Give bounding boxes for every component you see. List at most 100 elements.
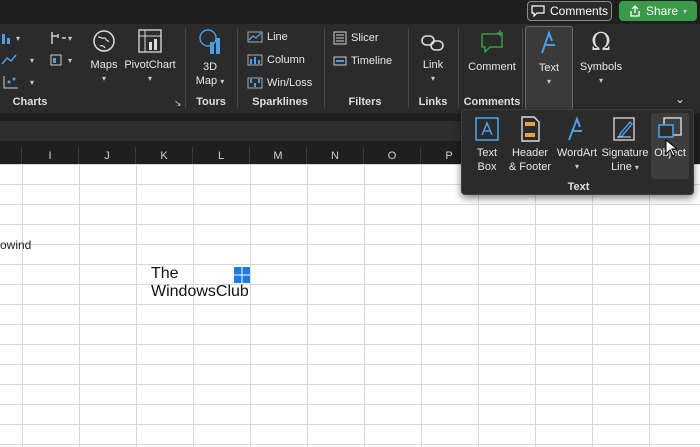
- timeline-button[interactable]: Timeline: [333, 54, 392, 68]
- comments-button[interactable]: Comments: [527, 1, 612, 21]
- cell-text: owind: [0, 238, 32, 252]
- formula-bar[interactable]: [0, 121, 470, 141]
- header-footer-label-1: Header: [511, 147, 549, 159]
- wordart-icon: [568, 116, 582, 141]
- pivotchart-icon: [138, 29, 162, 53]
- share-button-label: Share: [645, 4, 678, 18]
- svg-text:▾: ▾: [68, 56, 72, 65]
- link-button[interactable]: Link ▾: [416, 32, 450, 86]
- chevron-down-icon: ▾: [220, 77, 225, 86]
- slicer-icon: [333, 31, 347, 45]
- hierarchy-chart-button[interactable]: ▾: [48, 30, 78, 46]
- filters-group-label: Filters: [348, 96, 382, 108]
- text-box-button[interactable]: Text Box: [470, 116, 504, 174]
- signature-line-icon: [613, 117, 635, 141]
- text-label: Text: [538, 62, 560, 74]
- chevron-down-icon: ▾: [101, 74, 106, 83]
- sparkline-column-icon: [247, 54, 263, 66]
- column-header-m[interactable]: M: [250, 147, 307, 164]
- header-footer-icon: [521, 116, 540, 142]
- scatter-chart-button[interactable]: ▾: [0, 74, 40, 90]
- maps-button[interactable]: Maps ▾: [88, 28, 120, 86]
- statistic-chart-icon: ▾: [50, 54, 72, 66]
- wordart-label: WordArt: [556, 147, 598, 159]
- symbols-button[interactable]: Ω Symbols ▾: [578, 28, 624, 88]
- svg-text:▾: ▾: [68, 34, 72, 43]
- 3d-map-button[interactable]: 3D Map ▾: [192, 28, 228, 89]
- chart-type-button[interactable]: ▾: [0, 30, 28, 46]
- hierarchy-chart-icon: ▾: [51, 32, 72, 44]
- wordart-button[interactable]: WordArt ▾: [555, 116, 599, 174]
- logo-text-line1: The: [151, 265, 179, 282]
- sparkline-winloss-icon: [247, 77, 263, 89]
- text-box-icon: [475, 117, 499, 141]
- chevron-down-icon: ▾: [430, 74, 435, 83]
- comment-button[interactable]: Comment: [464, 28, 520, 74]
- divider: [522, 28, 523, 108]
- svg-text:▾: ▾: [30, 78, 34, 87]
- comment-icon: [531, 5, 545, 17]
- text-box-label-1: Text: [476, 147, 498, 159]
- line-chart-icon: ▾: [1, 54, 34, 65]
- slicer-label: Slicer: [351, 32, 379, 44]
- windows-logo-icon: [233, 267, 250, 283]
- divider: [185, 28, 186, 108]
- column-header-n[interactable]: N: [307, 147, 364, 164]
- text-button[interactable]: Text ▾: [525, 26, 573, 110]
- column-header-k[interactable]: K: [136, 147, 193, 164]
- pivotchart-button[interactable]: PivotChart ▾: [124, 28, 176, 86]
- line-chart-button[interactable]: ▾: [0, 52, 40, 68]
- sparkline-winloss-button[interactable]: Win/Loss: [247, 77, 312, 89]
- links-group-label: Links: [418, 96, 448, 108]
- chevron-down-icon: ▾: [598, 76, 603, 85]
- 3d-map-label-1: 3D: [202, 61, 218, 73]
- header-footer-label-2: & Footer: [508, 161, 552, 173]
- symbols-label: Symbols: [579, 61, 623, 73]
- timeline-icon: [333, 56, 347, 66]
- title-bar: Comments Share ▾: [0, 0, 700, 24]
- header-footer-button[interactable]: Header & Footer: [506, 116, 554, 174]
- text-group-label: Text: [567, 181, 590, 193]
- share-button[interactable]: Share ▾: [619, 1, 697, 21]
- 3d-map-label-2: Map: [195, 75, 218, 87]
- dialog-launcher-icon[interactable]: ↘: [174, 98, 182, 109]
- link-icon: [421, 35, 444, 51]
- divider: [324, 28, 325, 108]
- sparklines-group-label: Sparklines: [252, 96, 308, 108]
- comments-group-label: Comments: [463, 96, 521, 108]
- column-header-o[interactable]: O: [364, 147, 421, 164]
- column-header-l[interactable]: L: [193, 147, 250, 164]
- text-dropdown-panel: Text Box Header & Footer WordArt ▾ Signa…: [461, 109, 694, 195]
- statistic-chart-button[interactable]: ▾: [48, 52, 78, 68]
- svg-text:▾: ▾: [30, 56, 34, 65]
- sparkline-column-button[interactable]: Column: [247, 54, 305, 66]
- divider: [458, 28, 459, 108]
- insert-ribbon: ▾ ▾ ▾ ▾ ▾ Maps ▾ PivotChart ▾ Charts ↘ 3…: [0, 24, 700, 113]
- chevron-down-icon: ▾: [574, 162, 579, 171]
- signature-line-label-2: Line: [611, 161, 632, 173]
- divider: [237, 28, 238, 108]
- chevron-down-icon: ▾: [634, 163, 639, 172]
- sparkline-line-button[interactable]: Line: [247, 31, 288, 43]
- worksheet-grid[interactable]: [0, 164, 700, 447]
- chevron-down-icon: ▾: [546, 77, 551, 86]
- slicer-button[interactable]: Slicer: [333, 31, 379, 45]
- bar-chart-icon: ▾: [2, 34, 20, 44]
- column-header-j[interactable]: J: [79, 147, 136, 164]
- new-comment-icon: [481, 30, 503, 54]
- signature-line-button[interactable]: Signature Line ▾: [600, 116, 650, 175]
- windowsclub-logo: The WindowsClub: [151, 265, 250, 301]
- comments-button-label: Comments: [549, 4, 608, 18]
- ribbon-collapse-icon[interactable]: ⌄: [675, 92, 685, 106]
- svg-text:Ω: Ω: [591, 28, 611, 56]
- column-header-i[interactable]: I: [22, 147, 79, 164]
- charts-group-label: Charts: [12, 96, 48, 108]
- scatter-chart-icon: ▾: [3, 76, 34, 89]
- signature-line-label-1: Signature: [601, 147, 649, 159]
- timeline-label: Timeline: [351, 55, 393, 67]
- omega-icon: Ω: [591, 28, 611, 56]
- comment-label: Comment: [468, 61, 516, 73]
- column-header[interactable]: [0, 147, 22, 164]
- svg-text:▾: ▾: [16, 34, 20, 43]
- chevron-down-icon[interactable]: ▾: [683, 7, 687, 16]
